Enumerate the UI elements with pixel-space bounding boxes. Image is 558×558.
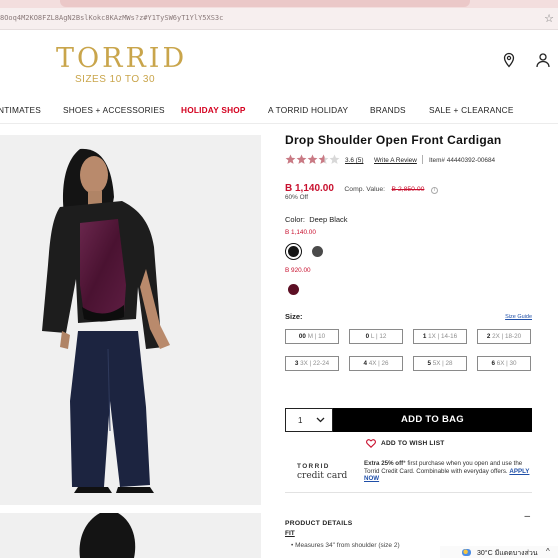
add-to-wishlist-button[interactable]: ADD TO WISH LIST [366, 439, 445, 448]
category-nav: NTIMATES SHOES + ACCESSORIES HOLIDAY SHO… [0, 96, 558, 124]
credit-card-logo-bottom: credit card [297, 471, 348, 481]
weather-text[interactable]: 30°C มีแดดบางส่วน [477, 548, 538, 558]
product-image-main[interactable] [0, 135, 261, 505]
size-label: Size: [285, 312, 303, 321]
nav-item-a-torrid-holiday[interactable]: A TORRID HOLIDAY [268, 105, 348, 115]
heart-icon [366, 439, 376, 448]
tray-chevron-icon[interactable]: ^ [546, 547, 550, 556]
model-photo [0, 135, 261, 505]
quantity-select[interactable]: 1 [285, 408, 333, 432]
nav-item-holiday-shop[interactable]: HOLIDAY SHOP [181, 105, 246, 115]
weather-icon[interactable] [462, 549, 471, 556]
store-locator-pin-icon[interactable] [501, 52, 517, 68]
size-option[interactable]: 6 6X | 30 [477, 356, 531, 371]
site-header: TORRID SIZES 10 TO 30 [0, 31, 558, 91]
credit-offer-text: Extra 25% off* first purchase when you o… [364, 460, 530, 483]
item-number: Item# 44440392-00684 [429, 157, 496, 164]
swatch-deep-black[interactable] [285, 243, 302, 260]
product-image-secondary[interactable] [0, 513, 261, 558]
size-option[interactable]: 3 3X | 22-24 [285, 356, 339, 371]
credit-card-promo: TORRID credit card Extra 25% off* first … [285, 455, 532, 493]
star-icon [307, 154, 318, 164]
size-option[interactable]: 00 M | 10 [285, 329, 339, 344]
logo-word: TORRID [56, 43, 188, 74]
color-label-row: Color: Deep Black [285, 215, 348, 224]
comp-value-label: Comp. Value: [344, 186, 386, 193]
comp-value: B 2,850.00 [391, 186, 425, 193]
info-icon[interactable]: i [430, 187, 438, 194]
nav-item-brands[interactable]: BRANDS [370, 105, 406, 115]
nav-item-shoes-accessories[interactable]: SHOES + ACCESSORIES [63, 105, 165, 115]
size-option[interactable]: 1 1X | 14-16 [413, 329, 467, 344]
product-title: Drop Shoulder Open Front Cardigan [285, 133, 502, 147]
size-option[interactable]: 5 5X | 28 [413, 356, 467, 371]
swatch-charcoal[interactable] [309, 243, 326, 260]
size-option[interactable]: 0 L | 12 [349, 329, 403, 344]
add-to-bag-button[interactable]: ADD TO BAG [333, 408, 532, 432]
wishlist-label: ADD TO WISH LIST [381, 440, 445, 447]
swatch-group-price: B 920.00 [285, 267, 311, 274]
write-review-link[interactable]: Write A Review [374, 157, 417, 164]
browser-active-tab[interactable] [60, 0, 470, 7]
star-icon [285, 154, 296, 164]
rating-stars-icon[interactable] [285, 154, 341, 165]
model-photo-crop [0, 513, 261, 558]
nav-item-intimates[interactable]: NTIMATES [0, 105, 41, 115]
size-option[interactable]: 2 2X | 18-20 [477, 329, 531, 344]
fit-label: FIT [285, 530, 295, 537]
star-icon [329, 154, 340, 164]
swatch-group-price: B 1,140.00 [285, 229, 316, 236]
quantity-value: 1 [298, 416, 303, 425]
swatch-burgundy[interactable] [285, 281, 302, 298]
torrid-logo[interactable]: TORRID SIZES 10 TO 30 [56, 43, 188, 85]
credit-card-logo-top: TORRID [297, 463, 330, 470]
divider [422, 155, 423, 164]
product-details-accordion[interactable]: PRODUCT DETAILS – [285, 511, 532, 527]
bookmark-star-icon[interactable]: ☆ [544, 12, 554, 25]
chevron-down-icon [316, 417, 325, 423]
collapse-minus-icon[interactable]: – [524, 511, 530, 522]
system-tray: 30°C มีแดดบางส่วน ^ [440, 546, 558, 558]
sale-price: B 1,140.00 [285, 183, 334, 194]
browser-tab-strip [0, 0, 558, 8]
size-option[interactable]: 4 4X | 26 [349, 356, 403, 371]
size-guide-link[interactable]: Size Guide [505, 314, 532, 320]
star-icon [296, 154, 307, 164]
fit-detail: • Measures 34" from shoulder (size 2) [291, 542, 400, 549]
url-text[interactable]: 8Ooq4M2KO8FZL8AgN2BslKokc8KAzMWs?z#Y1TyS… [0, 14, 223, 22]
details-header: PRODUCT DETAILS [285, 520, 353, 527]
account-user-icon[interactable] [535, 52, 551, 68]
logo-tagline: SIZES 10 TO 30 [75, 74, 156, 85]
color-label: Color: [285, 215, 306, 224]
percent-off: 60% Off [285, 194, 308, 201]
star-icon [318, 154, 329, 164]
rating-score[interactable]: 3.6 (5) [345, 157, 363, 164]
nav-item-sale-clearance[interactable]: SALE + CLEARANCE [429, 105, 514, 115]
color-value: Deep Black [309, 215, 348, 224]
browser-address-bar[interactable]: 8Ooq4M2KO8FZL8AgN2BslKokc8KAzMWs?z#Y1TyS… [0, 8, 558, 30]
